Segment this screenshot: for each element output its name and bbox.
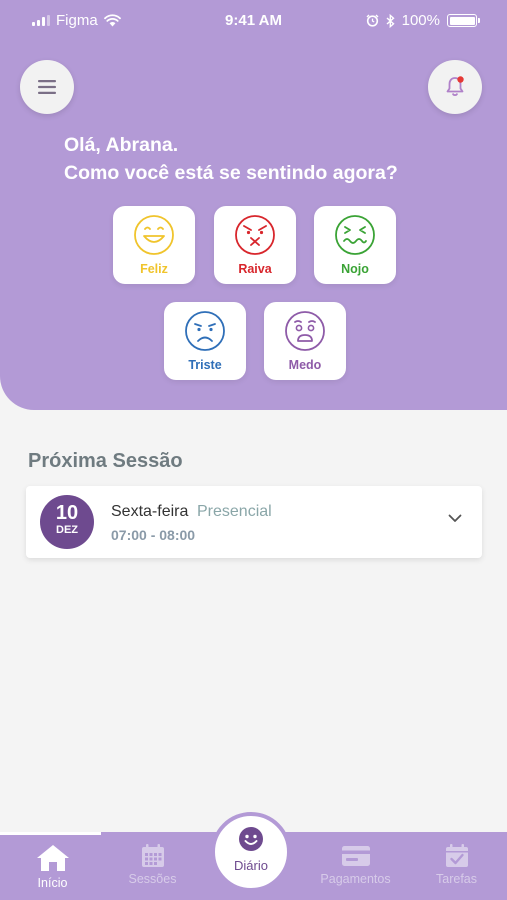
mood-button-feliz[interactable]: Feliz <box>113 206 195 284</box>
session-time: 07:00 - 08:00 <box>111 527 196 543</box>
status-right: 100% <box>366 12 480 29</box>
header-background <box>0 0 507 410</box>
session-weekday: Sexta-feira <box>111 503 189 520</box>
date-month: DEZ <box>56 524 78 536</box>
mood-button-nojo[interactable]: Nojo <box>314 206 396 284</box>
home-icon <box>36 845 69 871</box>
fearful-face-icon <box>285 311 325 351</box>
sad-face-icon <box>185 311 225 351</box>
greeting: Olá, Abrana. Como você está se sentindo … <box>64 131 398 187</box>
tab-label-tarefas: Tarefas <box>436 872 477 886</box>
date-badge: 10 DEZ <box>40 495 94 549</box>
notification-button[interactable] <box>428 60 482 114</box>
smiley-icon <box>239 827 263 851</box>
angry-face-icon <box>235 215 275 255</box>
session-card[interactable]: 10 DEZ Sexta-feira Presencial 07:00 - 08… <box>26 486 482 558</box>
credit-card-icon <box>341 846 370 866</box>
chevron-down-icon[interactable] <box>448 514 462 523</box>
date-day: 10 <box>55 502 79 524</box>
tab-label-sessoes: Sessões <box>128 872 177 886</box>
tab-tarefas[interactable]: Tarefas <box>406 844 507 886</box>
greeting-question: Como você está se sentindo agora? <box>64 162 398 184</box>
tab-label-inicio: Início <box>37 876 68 890</box>
tab-sessoes[interactable]: Sessões <box>102 844 203 886</box>
mood-button-triste[interactable]: Triste <box>164 302 246 380</box>
session-type: Presencial <box>197 503 272 520</box>
mood-label-triste: Triste <box>188 358 222 372</box>
section-title-next-session: Próxima Sessão <box>28 450 183 472</box>
menu-button[interactable] <box>20 60 74 114</box>
disgusted-face-icon <box>335 215 375 255</box>
calendar-check-icon <box>445 844 468 867</box>
battery-fill <box>449 16 475 25</box>
tab-label-diario: Diário <box>234 858 268 873</box>
tab-diario[interactable]: Diário <box>211 812 291 892</box>
status-bar: Figma 9:41 AM 100% <box>0 0 507 40</box>
bluetooth-icon <box>386 13 395 28</box>
greeting-name: Olá, Abrana. <box>64 134 179 156</box>
tab-active-indicator <box>0 832 101 835</box>
happy-face-icon <box>134 215 174 255</box>
calendar-icon <box>141 844 164 867</box>
mood-button-medo[interactable]: Medo <box>264 302 346 380</box>
mood-label-raiva: Raiva <box>238 262 272 276</box>
mood-label-feliz: Feliz <box>140 262 168 276</box>
tab-inicio[interactable]: Início <box>2 844 103 890</box>
mood-label-nojo: Nojo <box>341 262 369 276</box>
battery-icon <box>447 14 480 27</box>
battery-percent: 100% <box>401 12 440 29</box>
mood-label-medo: Medo <box>288 358 322 372</box>
notification-dot <box>457 76 464 83</box>
mood-button-raiva[interactable]: Raiva <box>214 206 296 284</box>
tab-pagamentos[interactable]: Pagamentos <box>305 844 406 886</box>
alarm-icon <box>366 14 379 27</box>
tab-label-pagamentos: Pagamentos <box>320 872 391 886</box>
header-curve <box>447 410 507 448</box>
menu-icon <box>38 80 56 94</box>
bell-icon <box>446 76 464 96</box>
